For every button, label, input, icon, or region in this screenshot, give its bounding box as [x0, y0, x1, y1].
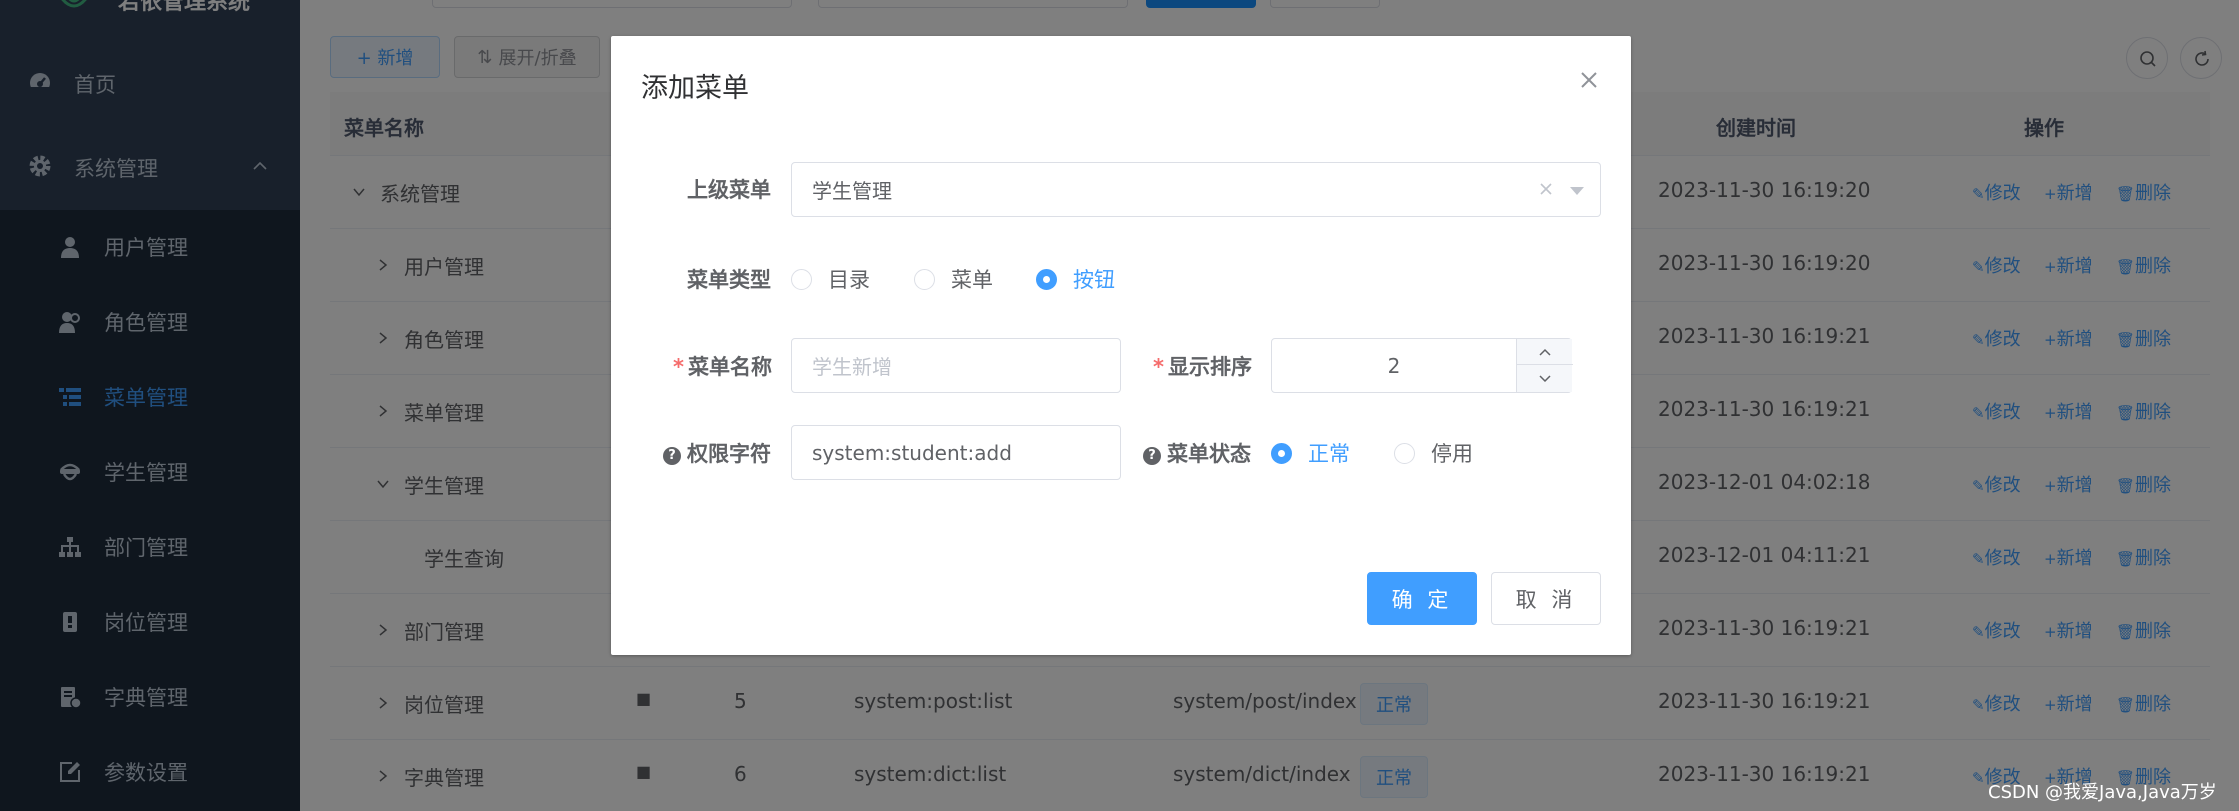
permission-value: system:student:add [812, 440, 1012, 465]
increase-button[interactable] [1517, 339, 1573, 365]
menu-status-label: ? 菜单状态 [1143, 438, 1251, 468]
close-icon[interactable] [1577, 68, 1601, 92]
radio-circle [1394, 442, 1415, 464]
display-order-value: 2 [1387, 353, 1401, 378]
menu-name-placeholder: 学生新增 [812, 355, 892, 379]
status-radio-disabled[interactable]: 停用 [1394, 438, 1473, 468]
parent-menu-value: 学生管理 [812, 179, 892, 203]
cancel-button[interactable]: 取 消 [1491, 572, 1601, 625]
chevron-up-icon [1539, 348, 1551, 356]
radio-circle [914, 268, 935, 290]
radio-label: 正常 [1308, 442, 1350, 466]
radio-label: 菜单 [951, 268, 993, 292]
menu-type-radio-directory[interactable]: 目录 [791, 264, 870, 294]
menu-name-label: * 菜单名称 [673, 355, 772, 379]
menu-type-radio-button[interactable]: 按钮 [1036, 264, 1115, 294]
stepper-arrows [1516, 339, 1573, 392]
question-icon[interactable]: ? [663, 447, 681, 465]
clear-icon[interactable] [1538, 181, 1554, 197]
chevron-down-icon [1539, 375, 1551, 383]
parent-menu-label: 上级菜单 [687, 178, 771, 202]
display-order-label: * 显示排序 [1153, 355, 1252, 379]
confirm-button[interactable]: 确 定 [1367, 572, 1477, 625]
dialog-title: 添加菜单 [641, 73, 749, 104]
menu-type-label: 菜单类型 [687, 268, 771, 292]
status-radio-normal[interactable]: 正常 [1271, 438, 1350, 468]
radio-label: 目录 [828, 268, 870, 292]
menu-type-radio-menu[interactable]: 菜单 [914, 264, 993, 294]
required-mark: * [1153, 355, 1164, 379]
display-order-stepper[interactable]: 2 [1271, 338, 1573, 393]
radio-circle [1036, 268, 1057, 290]
radio-label: 按钮 [1073, 268, 1115, 292]
permission-label: ? 权限字符 [663, 438, 771, 468]
required-mark: * [673, 355, 684, 379]
radio-label: 停用 [1431, 442, 1473, 466]
watermark: CSDN @我爱Java,Java万岁 [1988, 782, 2217, 803]
parent-menu-select[interactable]: 学生管理 [791, 162, 1601, 217]
question-icon[interactable]: ? [1143, 447, 1161, 465]
permission-input[interactable]: system:student:add [791, 425, 1121, 480]
caret-down-icon [1570, 187, 1584, 195]
radio-circle [791, 268, 812, 290]
menu-name-input[interactable]: 学生新增 [791, 338, 1121, 393]
decrease-button[interactable] [1517, 366, 1573, 392]
add-menu-dialog: 添加菜单 上级菜单 学生管理 菜单类型 目录 菜单 按钮 * 菜单名称 学生新增 … [611, 36, 1631, 655]
radio-circle [1271, 442, 1292, 464]
